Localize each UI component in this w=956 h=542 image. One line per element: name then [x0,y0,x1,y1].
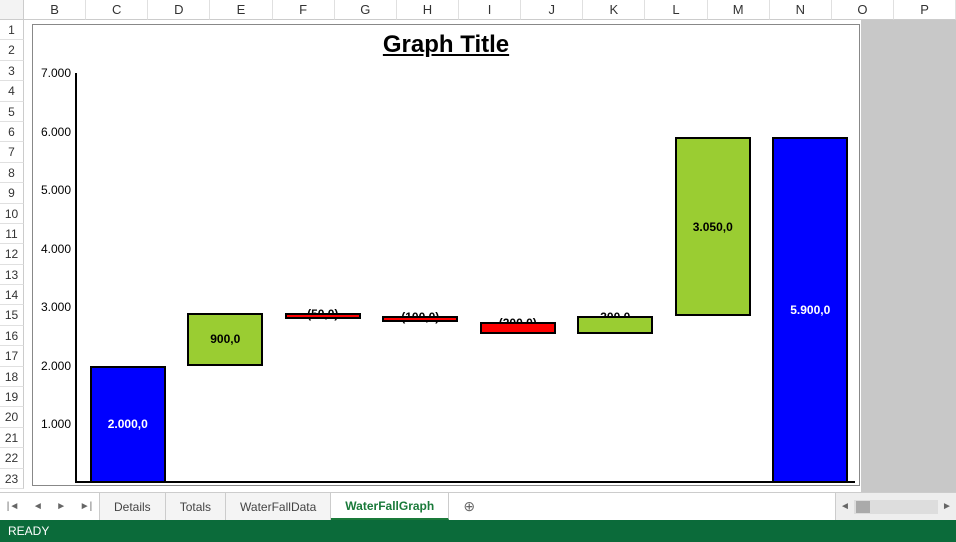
column-header-C[interactable]: C [86,0,148,20]
scrollbar-track[interactable] [854,500,938,514]
row-header-1[interactable]: 1 [0,20,24,40]
waterfall-bar[interactable] [577,316,653,334]
status-bar: READY [0,520,956,542]
waterfall-bar[interactable]: 3.050,0 [675,137,751,316]
row-header-19[interactable]: 19 [0,387,24,407]
row-header-18[interactable]: 18 [0,367,24,387]
row-header-3[interactable]: 3 [0,61,24,81]
y-axis [75,73,77,483]
row-header-7[interactable]: 7 [0,142,24,162]
tab-nav-next-icon[interactable]: ► [56,501,66,512]
embedded-chart[interactable]: Graph Title 1.0002.0003.0004.0005.0006.0… [32,24,860,486]
y-tick-label: 7.000 [35,66,75,80]
row-header-2[interactable]: 2 [0,40,24,60]
waterfall-bar[interactable] [382,316,458,322]
row-header-4[interactable]: 4 [0,81,24,101]
tab-nav-buttons: |◄ ◄ ► ►| [0,493,100,520]
y-tick-label: 5.000 [35,183,75,197]
x-axis [75,481,855,483]
row-header-14[interactable]: 14 [0,285,24,305]
row-header-12[interactable]: 12 [0,244,24,264]
row-header-10[interactable]: 10 [0,204,24,224]
horizontal-scrollbar[interactable]: ◄ ► [836,493,956,520]
waterfall-bar[interactable]: 5.900,0 [772,137,848,483]
y-tick-label: 2.000 [35,359,75,373]
chart-title[interactable]: Graph Title [33,31,859,59]
sheet-tab-details[interactable]: Details [100,493,166,520]
row-headers: 1234567891011121314151617181920212223 [0,20,24,489]
row-header-17[interactable]: 17 [0,346,24,366]
add-sheet-button[interactable]: ⊕ [449,493,489,520]
row-header-22[interactable]: 22 [0,448,24,468]
column-header-K[interactable]: K [583,0,645,20]
row-header-20[interactable]: 20 [0,407,24,427]
sheet-tab-totals[interactable]: Totals [166,493,226,520]
y-tick-label: 6.000 [35,125,75,139]
sheet-grey-area [861,20,956,492]
row-header-13[interactable]: 13 [0,265,24,285]
row-header-6[interactable]: 6 [0,122,24,142]
waterfall-bar[interactable]: 900,0 [187,313,263,366]
row-header-8[interactable]: 8 [0,163,24,183]
column-header-J[interactable]: J [521,0,583,20]
sheet-tab-waterfallgraph[interactable]: WaterFallGraph [331,493,449,520]
column-header-I[interactable]: I [459,0,521,20]
waterfall-bar[interactable] [480,322,556,334]
tab-nav-first-icon[interactable]: |◄ [7,501,20,512]
column-header-M[interactable]: M [708,0,770,20]
row-header-15[interactable]: 15 [0,305,24,325]
y-tick-label: 1.000 [35,417,75,431]
column-header-D[interactable]: D [148,0,210,20]
row-header-9[interactable]: 9 [0,183,24,203]
status-text: READY [8,524,49,538]
row-header-21[interactable]: 21 [0,428,24,448]
scroll-right-icon[interactable]: ► [938,501,956,512]
column-header-O[interactable]: O [832,0,894,20]
select-all-corner[interactable] [0,0,24,20]
column-header-F[interactable]: F [273,0,335,20]
column-header-H[interactable]: H [397,0,459,20]
column-header-E[interactable]: E [210,0,272,20]
sheet-tab-bar: |◄ ◄ ► ►| DetailsTotalsWaterFallDataWate… [0,492,956,520]
scroll-left-icon[interactable]: ◄ [836,501,854,512]
column-header-G[interactable]: G [335,0,397,20]
column-header-B[interactable]: B [24,0,86,20]
column-headers: BCDEFGHIJKLMNOP [0,0,956,20]
chart-plot-area[interactable]: 1.0002.0003.0004.0005.0006.0007.0002.000… [75,73,855,483]
column-header-L[interactable]: L [645,0,707,20]
sheet-tab-waterfalldata[interactable]: WaterFallData [226,493,331,520]
waterfall-bar[interactable] [285,313,361,319]
y-tick-label: 4.000 [35,242,75,256]
row-header-23[interactable]: 23 [0,469,24,489]
row-header-5[interactable]: 5 [0,102,24,122]
tab-nav-last-icon[interactable]: ►| [80,501,93,512]
column-header-P[interactable]: P [894,0,956,20]
tab-nav-prev-icon[interactable]: ◄ [33,501,43,512]
waterfall-bar[interactable]: 2.000,0 [90,366,166,483]
row-header-11[interactable]: 11 [0,224,24,244]
row-header-16[interactable]: 16 [0,326,24,346]
column-header-N[interactable]: N [770,0,832,20]
scrollbar-thumb[interactable] [856,501,870,513]
y-tick-label: 3.000 [35,300,75,314]
